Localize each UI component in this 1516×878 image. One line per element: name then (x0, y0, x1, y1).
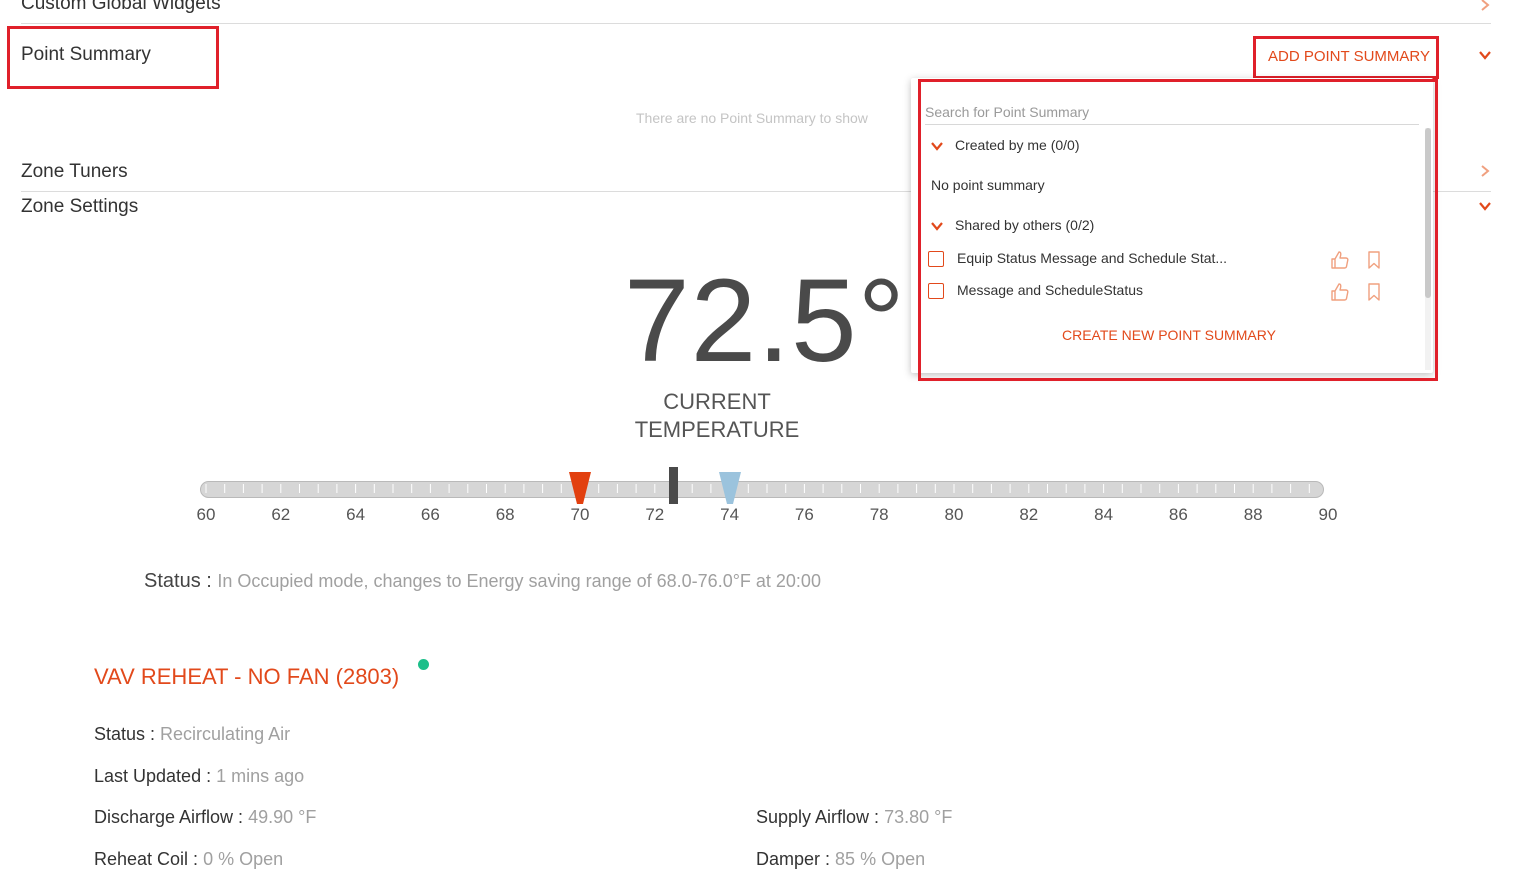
zone-status-value: In Occupied mode, changes to Energy savi… (217, 571, 821, 591)
scale-tick-label: 88 (1243, 505, 1263, 524)
supply-airflow-value: 73.80 °F (884, 807, 953, 827)
scale-tick-label: 60 (196, 505, 216, 524)
reheat-coil-label: Reheat Coil : (94, 849, 199, 869)
cooling-setpoint-marker[interactable] (718, 471, 742, 505)
scale-tick-label: 72 (645, 505, 665, 524)
device-status-row: Status : Recirculating Air (94, 724, 290, 745)
scale-tick-label: 64 (346, 505, 366, 524)
damper-value: 85 % Open (835, 849, 926, 869)
dropdown-highlight (918, 79, 1438, 381)
reheat-coil-row: Reheat Coil : 0 % Open (94, 849, 283, 870)
point-summary-highlight (7, 26, 219, 89)
section-divider (21, 23, 1491, 24)
chevron-right-icon[interactable] (1478, 0, 1492, 12)
scale-tick-label: 80 (944, 505, 964, 524)
chevron-right-icon[interactable] (1478, 164, 1492, 178)
device-status-value: Recirculating Air (160, 724, 291, 744)
device-title[interactable]: VAV REHEAT - NO FAN (2803) (94, 664, 399, 690)
device-status-label: Status : (94, 724, 156, 744)
add-point-summary-highlight (1253, 36, 1439, 79)
reheat-coil-value: 0 % Open (203, 849, 284, 869)
custom-global-widgets-title[interactable]: Custom Global Widgets (21, 0, 221, 15)
slider-minor-ticks (205, 484, 1310, 493)
damper-label: Damper : (756, 849, 831, 869)
zone-status-line: Status : In Occupied mode, changes to En… (144, 570, 821, 593)
last-updated-label: Last Updated : (94, 766, 212, 786)
scale-tick-label: 90 (1318, 505, 1338, 524)
supply-airflow-label: Supply Airflow : (756, 807, 880, 827)
zone-tuners-title[interactable]: Zone Tuners (21, 161, 128, 183)
last-updated-value: 1 mins ago (216, 766, 305, 786)
discharge-airflow-value: 49.90 °F (248, 807, 317, 827)
current-temperature-label: CURRENT TEMPERATURE (617, 388, 817, 444)
current-label-line1: CURRENT (663, 389, 771, 414)
scale-tick-label: 84 (1094, 505, 1114, 524)
scale-tick-label: 70 (570, 505, 590, 524)
online-status-dot (418, 659, 429, 670)
current-label-line2: TEMPERATURE (634, 417, 800, 442)
scale-tick-label: 78 (869, 505, 889, 524)
current-temperature-marker (669, 467, 678, 504)
scale-tick-label: 82 (1019, 505, 1039, 524)
discharge-airflow-label: Discharge Airflow : (94, 807, 244, 827)
scale-tick-label: 62 (271, 505, 291, 524)
zone-settings-title[interactable]: Zone Settings (21, 196, 138, 218)
discharge-airflow-row: Discharge Airflow : 49.90 °F (94, 807, 316, 828)
chevron-down-icon[interactable] (1478, 199, 1492, 213)
last-updated-row: Last Updated : 1 mins ago (94, 766, 304, 787)
damper-row: Damper : 85 % Open (756, 849, 925, 870)
supply-airflow-row: Supply Airflow : 73.80 °F (756, 807, 952, 828)
heating-setpoint-marker[interactable] (568, 471, 592, 505)
scale-tick-label: 76 (794, 505, 814, 524)
scale-tick-label: 74 (720, 505, 740, 524)
zone-status-label: Status : (144, 570, 212, 592)
point-summary-empty-message: There are no Point Summary to show (636, 110, 868, 126)
scale-tick-label: 86 (1168, 505, 1188, 524)
chevron-down-icon[interactable] (1478, 48, 1492, 62)
scale-tick-label: 68 (495, 505, 515, 524)
current-temperature-value: 72.5° (624, 255, 906, 387)
scale-tick-label: 66 (420, 505, 440, 524)
